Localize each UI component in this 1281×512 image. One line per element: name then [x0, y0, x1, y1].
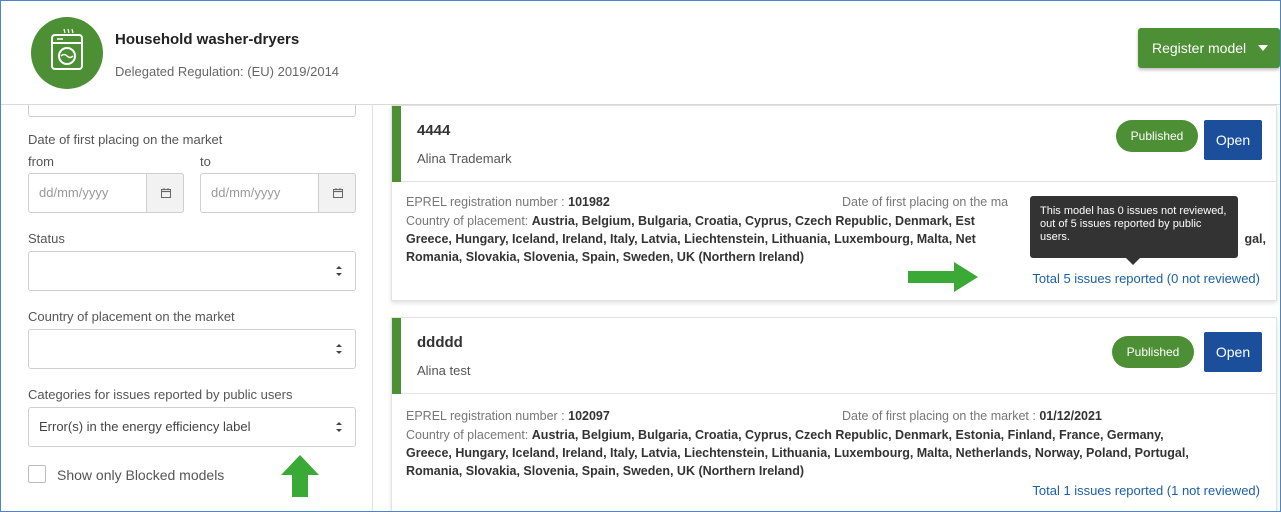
countries-values: Austria, Belgium, Bulgaria, Croatia, Cyp…: [531, 214, 975, 228]
date-from-placeholder: dd/mm/yyyy: [39, 185, 109, 200]
country-label: Country of placement on the market: [28, 309, 235, 324]
countries-values: Romania, Slovakia, Slovenia, Spain, Swed…: [406, 464, 805, 478]
status-color-bar: [392, 318, 401, 394]
registration-number-label: EPREL registration number :: [406, 195, 565, 209]
registration-number-label: EPREL registration number :: [406, 409, 565, 423]
model-card-header: ddddd Alina test Published Open: [392, 318, 1276, 394]
to-label: to: [200, 154, 211, 169]
categories-select-value: Error(s) in the energy efficiency label: [39, 419, 251, 434]
washer-dryer-icon: [31, 17, 103, 89]
calendar-from-button[interactable]: [146, 173, 184, 213]
model-brand: Alina test: [417, 363, 471, 378]
page-header: Household washer-dryers Delegated Regula…: [1, 1, 1280, 105]
status-badge: Published: [1116, 120, 1198, 152]
caret-down-icon: [1258, 45, 1268, 51]
blocked-models-label: Show only Blocked models: [57, 467, 225, 483]
regulation-subtitle: Delegated Regulation: (EU) 2019/2014: [115, 64, 340, 79]
issues-reported-link[interactable]: Total 1 issues reported (1 not reviewed): [1032, 483, 1260, 498]
from-label: from: [28, 154, 54, 169]
select-arrows-icon: [336, 344, 342, 354]
app-window: Household washer-dryers Delegated Regula…: [0, 0, 1281, 512]
issues-tooltip: This model has 0 issues not reviewed, ou…: [1030, 196, 1238, 265]
status-label: Status: [28, 231, 65, 246]
placing-date-label: Date of first placing on the ma: [842, 195, 1009, 209]
placing-date-value: 01/12/2021: [1039, 409, 1102, 423]
calendar-to-button[interactable]: [318, 173, 356, 213]
previous-filter-field[interactable]: [28, 105, 356, 117]
model-identifier: 4444: [417, 122, 451, 139]
filter-sidebar: Date of first placing on the market from…: [1, 105, 373, 511]
model-identifier: ddddd: [417, 334, 463, 351]
issues-reported-link[interactable]: Total 5 issues reported (0 not reviewed): [1032, 271, 1260, 286]
placing-date-label: Date of first placing on the market :: [842, 409, 1036, 423]
countries-label: Country of placement:: [406, 428, 529, 442]
country-select[interactable]: [28, 329, 356, 369]
model-card: ddddd Alina test Published Open EPREL re…: [391, 317, 1277, 511]
date-to-placeholder: dd/mm/yyyy: [211, 185, 281, 200]
calendar-icon: [161, 188, 171, 198]
countries-values: Austria, Belgium, Bulgaria, Croatia, Cyp…: [531, 428, 1164, 442]
status-select[interactable]: [28, 251, 356, 291]
placing-date: Date of first placing on the market : 01…: [842, 409, 1102, 423]
registration-number: EPREL registration number : 102097: [406, 409, 610, 423]
countries-values: Greece, Hungary, Iceland, Ireland, Italy…: [406, 446, 1189, 460]
calendar-icon: [333, 188, 343, 198]
arrow-up-annotation-icon: [281, 455, 319, 497]
register-model-button[interactable]: Register model: [1138, 28, 1280, 68]
placing-date: Date of first placing on the ma: [842, 195, 1008, 209]
countries-line: Greece, Hungary, Iceland, Ireland, Italy…: [406, 444, 1266, 462]
status-color-bar: [392, 106, 401, 182]
page-title: Household washer-dryers: [115, 31, 300, 48]
open-button[interactable]: Open: [1204, 332, 1262, 372]
tooltip-pointer: [1126, 258, 1140, 265]
status-badge: Published: [1112, 336, 1194, 368]
registration-number-value: 101982: [568, 195, 610, 209]
date-filter-label: Date of first placing on the market: [28, 132, 223, 147]
countries-line: Country of placement: Austria, Belgium, …: [406, 426, 1266, 444]
date-from-input[interactable]: dd/mm/yyyy: [28, 173, 184, 213]
model-brand: Alina Trademark: [417, 151, 512, 166]
blocked-models-checkbox[interactable]: [28, 465, 46, 483]
model-card-header: 4444 Alina Trademark Published Open: [392, 106, 1276, 182]
registration-number-value: 102097: [568, 409, 610, 423]
countries-values: Greece, Hungary, Iceland, Ireland, Italy…: [406, 232, 976, 246]
select-arrows-icon: [336, 422, 342, 432]
categories-select[interactable]: Error(s) in the energy efficiency label: [28, 407, 356, 447]
arrow-right-annotation-icon: [908, 262, 978, 292]
countries-values: gal,: [1244, 232, 1266, 246]
categories-label: Categories for issues reported by public…: [28, 387, 293, 402]
registration-number: EPREL registration number : 101982: [406, 195, 610, 209]
countries-values: Romania, Slovakia, Slovenia, Spain, Swed…: [406, 250, 805, 264]
open-button[interactable]: Open: [1204, 120, 1262, 160]
date-to-input[interactable]: dd/mm/yyyy: [200, 173, 356, 213]
countries-list: Country of placement: Austria, Belgium, …: [406, 426, 1266, 480]
register-model-label: Register model: [1152, 40, 1247, 56]
issues-tooltip-text: This model has 0 issues not reviewed, ou…: [1040, 205, 1227, 243]
select-arrows-icon: [336, 266, 342, 276]
countries-line: Romania, Slovakia, Slovenia, Spain, Swed…: [406, 462, 1266, 480]
countries-label: Country of placement:: [406, 214, 529, 228]
